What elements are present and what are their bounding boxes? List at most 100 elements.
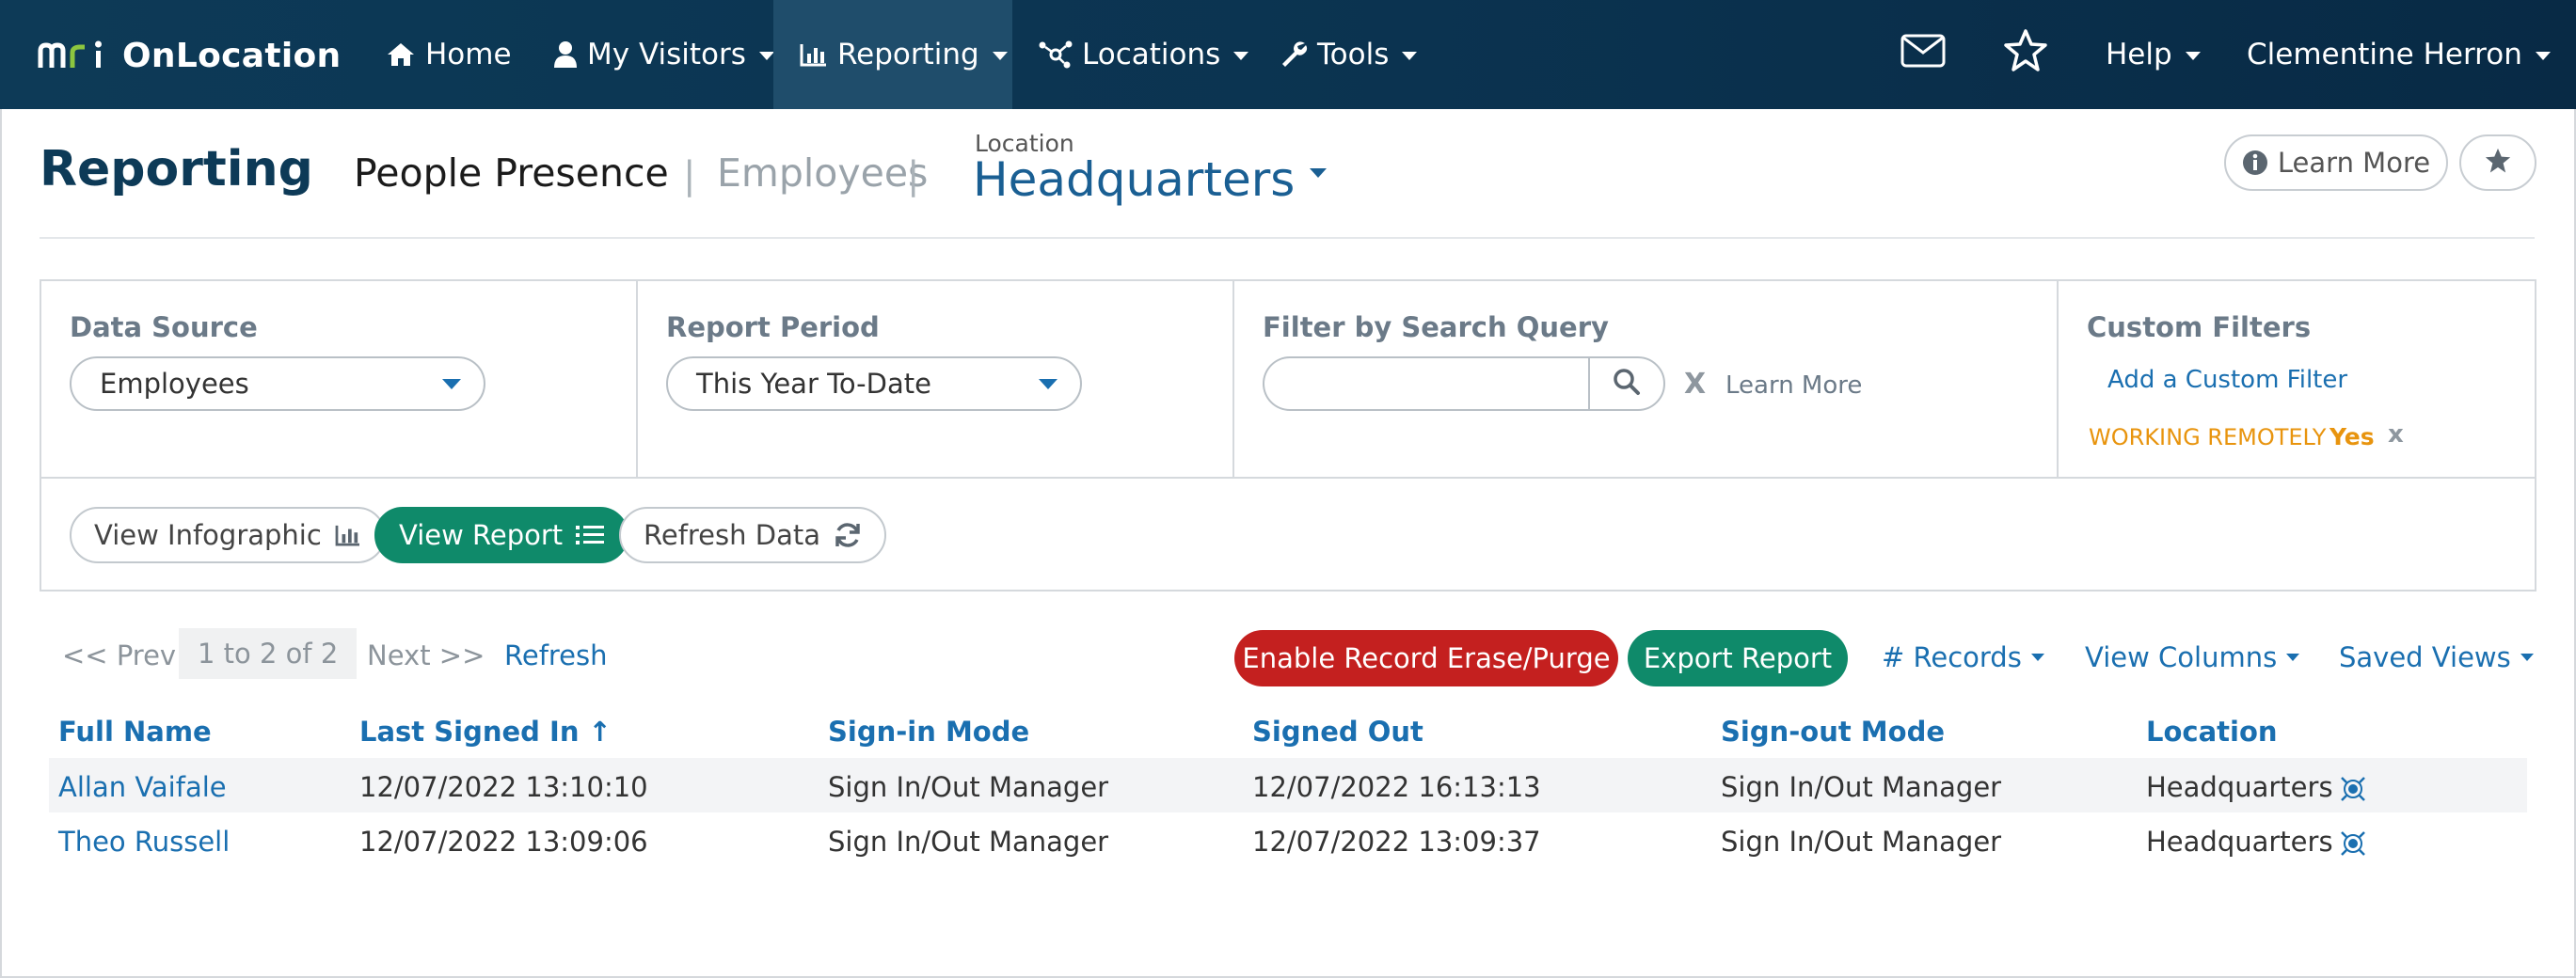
location-cell-label: Headquarters bbox=[2146, 771, 2333, 803]
divider bbox=[41, 477, 2535, 479]
refresh-icon bbox=[834, 521, 862, 549]
nav-help[interactable]: Help bbox=[2106, 0, 2201, 109]
tab-employees[interactable]: Employees bbox=[717, 150, 928, 196]
home-icon bbox=[386, 41, 416, 68]
divider bbox=[636, 281, 638, 477]
export-report-button[interactable]: Export Report bbox=[1628, 630, 1848, 686]
search-icon bbox=[1613, 368, 1641, 400]
chevron-down-icon bbox=[2185, 51, 2201, 60]
favorites-button[interactable] bbox=[2002, 0, 2049, 109]
location-selector[interactable]: Headquarters bbox=[973, 152, 1328, 207]
separator: | bbox=[683, 154, 696, 197]
chevron-down-icon bbox=[2535, 51, 2551, 60]
nav-my-visitors-label: My Visitors bbox=[587, 38, 746, 71]
star-icon bbox=[2483, 147, 2513, 179]
mri-logo-icon bbox=[38, 40, 102, 68]
signed-out-cell: 12/07/2022 16:13:13 bbox=[1252, 771, 1541, 803]
nav-help-label: Help bbox=[2106, 38, 2172, 71]
learn-more-label: Learn More bbox=[2277, 147, 2431, 179]
view-report-label: View Report bbox=[399, 519, 564, 551]
records-dropdown[interactable]: # Records bbox=[1882, 641, 2044, 673]
table-row: Allan Vaifale 12/07/2022 13:10:10 Sign I… bbox=[49, 758, 2527, 812]
user-icon bbox=[553, 40, 578, 69]
view-report-button[interactable]: View Report bbox=[374, 507, 629, 563]
brand-name: OnLocation bbox=[122, 36, 342, 75]
chevron-down-icon bbox=[2030, 654, 2044, 661]
separator: | bbox=[907, 154, 920, 197]
envelope-icon bbox=[1900, 34, 1946, 75]
locate-target-icon[interactable] bbox=[2339, 775, 2367, 803]
location-cell-label: Headquarters bbox=[2146, 826, 2333, 858]
user-menu[interactable]: Clementine Herron bbox=[2247, 0, 2551, 109]
nav-locations[interactable]: Locations bbox=[1039, 0, 1249, 109]
data-source-value: Employees bbox=[100, 368, 249, 400]
nav-my-visitors[interactable]: My Visitors bbox=[553, 0, 774, 109]
locations-network-icon bbox=[1039, 40, 1073, 69]
view-columns-dropdown[interactable]: View Columns bbox=[2085, 641, 2300, 673]
learn-more-button[interactable]: Learn More bbox=[2224, 134, 2448, 191]
search-query-label: Filter by Search Query bbox=[1263, 311, 1609, 343]
column-header-last-signed-in[interactable]: Last Signed In ↑ bbox=[359, 716, 612, 748]
dropdown-triangle-icon bbox=[1039, 379, 1057, 389]
sign-in-mode-cell: Sign In/Out Manager bbox=[828, 826, 1109, 858]
add-custom-filter-link[interactable]: Add a Custom Filter bbox=[2107, 366, 2347, 394]
table-row: Theo Russell 12/07/2022 13:09:06 Sign In… bbox=[49, 812, 2527, 867]
signed-out-cell: 12/07/2022 13:09:37 bbox=[1252, 826, 1541, 858]
filter-panel: Data Source Employees Report Period This… bbox=[40, 279, 2536, 592]
clear-search-button[interactable]: X bbox=[1684, 368, 1706, 401]
search-button[interactable] bbox=[1588, 356, 1665, 411]
list-icon bbox=[576, 524, 605, 546]
locate-target-icon[interactable] bbox=[2339, 829, 2367, 858]
column-header-sign-out-mode[interactable]: Sign-out Mode bbox=[1721, 716, 1945, 748]
last-signed-in-cell: 12/07/2022 13:10:10 bbox=[359, 771, 648, 803]
chevron-down-icon bbox=[2520, 654, 2534, 661]
user-name: Clementine Herron bbox=[2247, 38, 2522, 71]
tab-people-presence[interactable]: People Presence bbox=[354, 150, 669, 196]
refresh-data-button[interactable]: Refresh Data bbox=[619, 507, 886, 563]
bar-chart-icon bbox=[335, 524, 361, 546]
view-infographic-button[interactable]: View Infographic bbox=[70, 507, 386, 563]
data-source-label: Data Source bbox=[70, 311, 258, 343]
location-cell: Headquarters bbox=[2146, 826, 2367, 858]
remove-custom-filter-button[interactable]: x bbox=[2388, 420, 2404, 449]
enable-erase-purge-button[interactable]: Enable Record Erase/Purge bbox=[1234, 630, 1618, 686]
custom-filter-value: Yes bbox=[2330, 423, 2375, 450]
favorite-button[interactable] bbox=[2459, 134, 2536, 191]
nav-reporting-label: Reporting bbox=[837, 38, 979, 71]
nav-home-label: Home bbox=[425, 38, 512, 71]
page-range: 1 to 2 of 2 bbox=[179, 628, 358, 679]
nav-tools-label: Tools bbox=[1317, 38, 1390, 71]
refresh-link[interactable]: Refresh bbox=[504, 639, 608, 671]
column-header-signed-out[interactable]: Signed Out bbox=[1252, 716, 1423, 748]
report-period-value: This Year To-Date bbox=[696, 368, 931, 400]
sign-out-mode-cell: Sign In/Out Manager bbox=[1721, 771, 2002, 803]
full-name-link[interactable]: Theo Russell bbox=[58, 826, 230, 858]
nav-home[interactable]: Home bbox=[386, 0, 512, 109]
column-header-location[interactable]: Location bbox=[2146, 716, 2278, 748]
brand[interactable]: OnLocation bbox=[38, 32, 341, 79]
sign-out-mode-cell: Sign In/Out Manager bbox=[1721, 826, 2002, 858]
saved-views-dropdown[interactable]: Saved Views bbox=[2339, 641, 2534, 673]
column-header-full-name[interactable]: Full Name bbox=[58, 716, 212, 748]
bar-chart-icon bbox=[800, 42, 828, 67]
search-input[interactable] bbox=[1263, 356, 1590, 411]
data-source-select[interactable]: Employees bbox=[70, 356, 485, 411]
report-period-label: Report Period bbox=[666, 311, 880, 343]
next-page-button[interactable]: Next >> bbox=[367, 639, 485, 671]
saved-views-label: Saved Views bbox=[2339, 641, 2511, 673]
view-columns-label: View Columns bbox=[2085, 641, 2278, 673]
full-name-link[interactable]: Allan Vaifale bbox=[58, 771, 227, 803]
nav-reporting[interactable]: Reporting bbox=[773, 0, 1012, 109]
prev-page-button[interactable]: << Prev bbox=[62, 639, 176, 671]
report-period-select[interactable]: This Year To-Date bbox=[666, 356, 1082, 411]
divider bbox=[2057, 281, 2059, 477]
nav-locations-label: Locations bbox=[1082, 38, 1221, 71]
nav-tools[interactable]: Tools bbox=[1280, 0, 1418, 109]
column-header-sign-in-mode[interactable]: Sign-in Mode bbox=[828, 716, 1029, 748]
custom-filters-label: Custom Filters bbox=[2087, 311, 2312, 343]
refresh-data-label: Refresh Data bbox=[644, 519, 820, 551]
location-value: Headquarters bbox=[973, 152, 1296, 207]
search-learn-more-link[interactable]: Learn More bbox=[1725, 371, 1862, 400]
mail-button[interactable] bbox=[1900, 0, 1946, 109]
sign-in-mode-cell: Sign In/Out Manager bbox=[828, 771, 1109, 803]
